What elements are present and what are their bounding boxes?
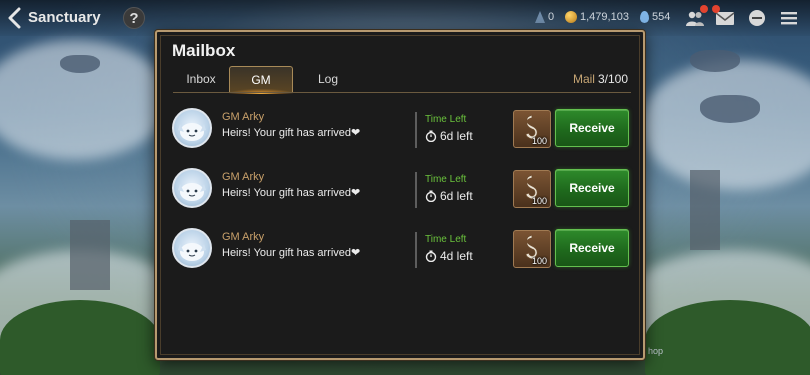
- mail-row: GM Arky Heirs! Your gift has arrived❤ Ti…: [157, 162, 643, 222]
- mail-row: GM Arky Heirs! Your gift has arrived❤ Ti…: [157, 102, 643, 162]
- divider: [415, 112, 417, 148]
- page-title: Sanctuary: [28, 9, 101, 26]
- reward-quantity: 100: [531, 196, 547, 206]
- time-left-label: Time Left: [425, 234, 467, 245]
- mail-message: Heirs! Your gift has arrived❤: [222, 187, 361, 199]
- dialog-title: Mailbox: [172, 41, 236, 60]
- tab-inbox[interactable]: Inbox: [173, 66, 229, 92]
- timer-icon: [425, 130, 437, 142]
- arky-avatar-icon: [178, 123, 206, 141]
- arky-avatar-icon: [178, 243, 206, 261]
- notification-dot: [700, 5, 708, 13]
- time-left-value: 6d left: [425, 129, 473, 143]
- mail-sender: GM Arky: [222, 111, 265, 123]
- chat-button[interactable]: [746, 8, 768, 28]
- stamina-icon: [535, 11, 545, 23]
- time-left-text: 6d left: [440, 129, 473, 143]
- menu-icon: [781, 12, 797, 25]
- avatar: [172, 228, 212, 268]
- divider: [415, 232, 417, 268]
- chevron-left-icon: [8, 7, 21, 29]
- tab-divider: [173, 92, 631, 93]
- time-left-text: 4d left: [440, 249, 473, 263]
- gold-icon: [565, 11, 577, 23]
- gold-value: 1,479,103: [580, 11, 629, 23]
- mail-sender: GM Arky: [222, 171, 265, 183]
- mail-row: GM Arky Heirs! Your gift has arrived❤ Ti…: [157, 222, 643, 282]
- back-button[interactable]: [4, 6, 24, 30]
- timer-icon: [425, 190, 437, 202]
- receive-button[interactable]: Receive: [555, 169, 629, 207]
- avatar: [172, 168, 212, 208]
- stamina-value: 0: [548, 11, 555, 23]
- reward-item[interactable]: 100: [513, 230, 551, 268]
- reward-quantity: 100: [531, 256, 547, 266]
- time-left-value: 6d left: [425, 189, 473, 203]
- mail-sender: GM Arky: [222, 231, 265, 243]
- timer-icon: [425, 250, 437, 262]
- receive-button[interactable]: Receive: [555, 229, 629, 267]
- skystone-icon: [640, 11, 649, 23]
- receive-button[interactable]: Receive: [555, 109, 629, 147]
- skystone-value: 554: [652, 11, 671, 23]
- notification-dot: [712, 5, 720, 13]
- friends-button[interactable]: [684, 5, 708, 28]
- mail-count-value: 3/100: [597, 72, 628, 86]
- skystone-counter: 554: [640, 11, 670, 23]
- gold-counter: 1,479,103: [565, 11, 629, 23]
- mail-button[interactable]: [712, 5, 736, 28]
- reward-quantity: 100: [531, 136, 547, 146]
- mailbox-dialog: Mailbox Inbox GM Log Mail 3/100 GM Arky H…: [155, 30, 645, 360]
- mail-count-label: Mail: [572, 72, 595, 86]
- chat-icon: [749, 10, 765, 26]
- help-button[interactable]: ?: [123, 7, 145, 29]
- mail-count: Mail 3/100: [573, 72, 628, 86]
- time-left-value: 4d left: [425, 249, 473, 263]
- arky-avatar-icon: [178, 183, 206, 201]
- mail-message: Heirs! Your gift has arrived❤: [222, 247, 361, 259]
- divider: [415, 172, 417, 208]
- time-left-text: 6d left: [440, 189, 473, 203]
- mail-message: Heirs! Your gift has arrived❤: [222, 127, 361, 139]
- background-label: hop: [648, 346, 664, 356]
- avatar: [172, 108, 212, 148]
- reward-item[interactable]: 100: [513, 110, 551, 148]
- time-left-label: Time Left: [425, 114, 467, 125]
- time-left-label: Time Left: [425, 174, 467, 185]
- tab-log[interactable]: Log: [303, 66, 353, 92]
- reward-item[interactable]: 100: [513, 170, 551, 208]
- stamina-counter: 0: [535, 11, 554, 23]
- menu-button[interactable]: [778, 8, 800, 28]
